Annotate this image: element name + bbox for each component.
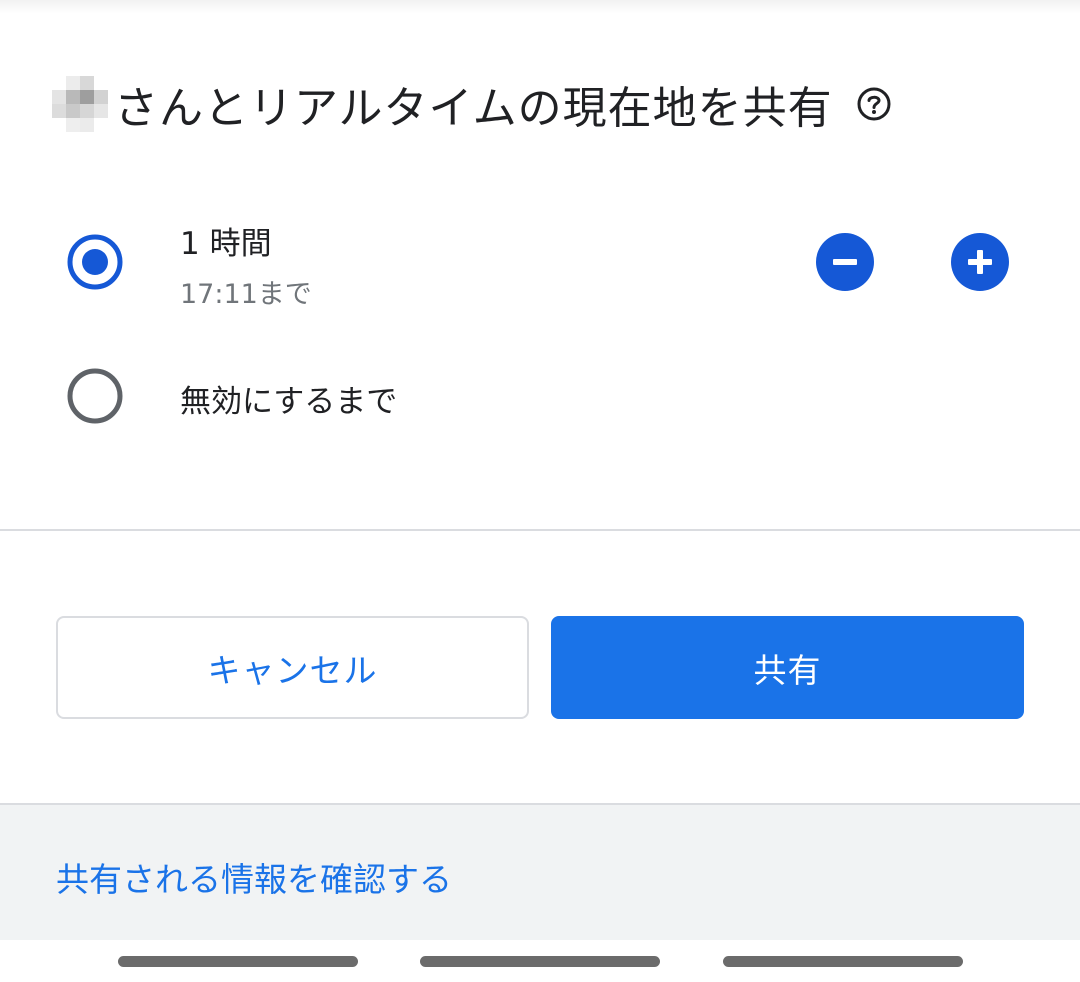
footer: 共有される情報を確認する xyxy=(0,803,1080,940)
share-button[interactable]: 共有 xyxy=(551,616,1024,719)
option-label: 1 時間 xyxy=(180,226,272,262)
radio-selected-icon[interactable] xyxy=(66,233,124,291)
divider xyxy=(0,529,1080,531)
nav-back-handle[interactable] xyxy=(723,956,963,967)
option-until-disabled[interactable]: 無効にするまで xyxy=(0,340,1080,450)
system-nav-bar xyxy=(0,940,1080,982)
dialog-title: さんとリアルタイムの現在地を共有 xyxy=(114,83,833,134)
option-end-time: 17:11まで xyxy=(180,279,312,310)
plus-circle-icon xyxy=(968,250,992,274)
nav-recent-handle[interactable] xyxy=(118,956,358,967)
option-label: 無効にするまで xyxy=(180,384,398,420)
contact-avatar-blurred xyxy=(52,76,108,132)
option-one-hour[interactable]: 1 時間 17:11まで xyxy=(0,200,1080,320)
dialog-header: さんとリアルタイムの現在地を共有 xyxy=(52,72,893,136)
review-shared-info-link[interactable]: 共有される情報を確認する xyxy=(56,853,452,901)
nav-home-handle[interactable] xyxy=(420,956,660,967)
cancel-button[interactable]: キャンセル xyxy=(56,616,529,719)
radio-unselected-icon[interactable] xyxy=(66,367,124,425)
decrease-duration-button[interactable] xyxy=(816,233,874,291)
increase-duration-button[interactable] xyxy=(951,233,1009,291)
minus-circle-icon xyxy=(833,259,857,265)
share-location-sheet: さんとリアルタイムの現在地を共有 1 時間 17:11まで 無効にするまで キャ… xyxy=(0,0,1080,982)
sheet-top-edge xyxy=(0,0,1080,14)
help-circle-icon[interactable] xyxy=(855,85,893,123)
